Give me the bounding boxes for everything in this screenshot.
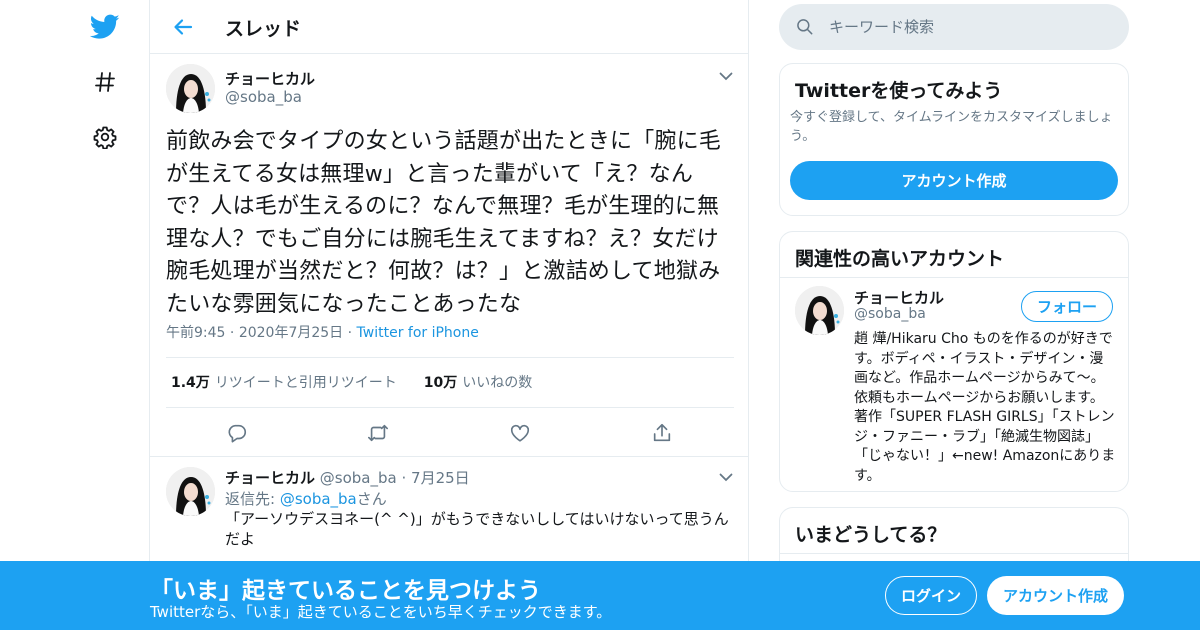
reply-date[interactable]: 7月25日 (411, 469, 470, 487)
bottom-bar-title: 「いま」起きていることを見つけよう (150, 578, 541, 604)
reply-prefix: 返信先: (225, 490, 280, 508)
related-card-title: 関連性の高いアカウント (795, 248, 1005, 270)
divider (780, 553, 1128, 554)
meta-separator: · (229, 325, 239, 341)
follow-button[interactable]: フォロー (1021, 291, 1113, 322)
header: スレッド (150, 0, 748, 54)
page: スレッド チョーヒカル @soba_ba 前飲み会でタイプの女という話題が出たと… (0, 0, 1200, 630)
reply-icon (228, 424, 247, 443)
hashtag-icon[interactable] (90, 67, 120, 97)
tweet-author-handle[interactable]: @soba_ba (225, 88, 302, 106)
tweet-date[interactable]: 2020年7月25日 (239, 325, 343, 341)
main-column: スレッド チョーヒカル @soba_ba 前飲み会でタイプの女という話題が出たと… (149, 0, 749, 630)
retweet-stat[interactable]: 1.4万 リツイートと引用リツイート (171, 375, 397, 391)
reply-author-name[interactable]: チョーヒカル (225, 469, 315, 487)
reply-author-handle[interactable]: @soba_ba (320, 469, 397, 487)
like-count: 10万 (423, 375, 458, 391)
meta-separator: · (347, 325, 357, 341)
chevron-down-icon[interactable] (717, 67, 735, 85)
share-icon (653, 423, 671, 442)
tweet-time[interactable]: 午前9:45 (166, 325, 225, 341)
arrow-left-icon (174, 19, 193, 35)
signup-card-title: Twitterを使ってみよう (795, 80, 1003, 102)
tweet-meta: 午前9:45 · 2020年7月25日 · Twitter for iPhone (166, 322, 479, 342)
reply-header: チョーヒカル @soba_ba · 7月25日 (225, 467, 470, 488)
login-button[interactable]: ログイン (885, 576, 977, 615)
search-icon (797, 19, 813, 35)
retweet-count: 1.4万 (171, 375, 210, 391)
like-label: いいねの数 (462, 375, 533, 391)
trends-card-title: いまどうしてる？ (795, 524, 947, 546)
reply-button[interactable] (224, 420, 250, 446)
related-account-name[interactable]: チョーヒカル (854, 287, 944, 308)
like-button[interactable] (507, 420, 533, 446)
heart-icon (510, 424, 530, 442)
back-button[interactable] (168, 12, 198, 42)
retweet-label: リツイートと引用リツイート (214, 375, 397, 391)
divider (166, 407, 734, 408)
related-accounts-card: 関連性の高いアカウント チョーヒカル @soba_ba フォロー 趙 燁/Hik… (779, 231, 1129, 492)
gear-icon[interactable] (90, 122, 120, 152)
chevron-down-icon[interactable] (717, 468, 735, 486)
page-title: スレッド (225, 18, 302, 40)
meta-separator: · (401, 469, 412, 487)
tweet-author-name[interactable]: チョーヒカル (225, 68, 315, 89)
retweet-button[interactable] (365, 420, 391, 446)
create-account-button[interactable]: アカウント作成 (790, 161, 1118, 200)
avatar[interactable] (166, 64, 215, 113)
divider (780, 277, 1128, 278)
share-button[interactable] (649, 420, 675, 446)
signup-button[interactable]: アカウント作成 (987, 576, 1124, 615)
tweet-stats: 1.4万 リツイートと引用リツイート 10万 いいねの数 (171, 372, 532, 392)
tweet-source[interactable]: Twitter for iPhone (357, 325, 479, 341)
retweet-icon (368, 424, 388, 442)
reply-to: 返信先: @soba_baさん (225, 488, 387, 509)
search-box[interactable] (779, 4, 1129, 50)
tweet-text: 前飲み会でタイプの女という話題が出たときに「腕に毛が生えてる女は無理w」と言った… (166, 129, 722, 317)
related-account-handle[interactable]: @soba_ba (854, 306, 926, 322)
reply-suffix: さん (356, 490, 387, 508)
avatar[interactable] (795, 286, 844, 335)
twitter-logo-icon[interactable] (90, 12, 120, 42)
reply-text: 「アーソウデスヨネー(^ ^)」がもうできないししてはいけないって思うんだよ (225, 510, 729, 548)
bottom-bar-subtitle: Twitterなら、「いま」起きていることをいち早くチェックできます。 (150, 603, 612, 621)
divider (150, 456, 748, 457)
like-stat[interactable]: 10万 いいねの数 (424, 375, 532, 391)
tweet-actions (150, 418, 748, 448)
avatar[interactable] (166, 467, 215, 516)
related-account-bio: 趙 燁/Hikaru Cho ものを作るのが好きです。ボディペ・イラスト・デザイ… (854, 331, 1116, 484)
bottom-signup-bar: 「いま」起きていることを見つけよう Twitterなら、「いま」起きていることを… (0, 561, 1200, 630)
signup-card: Twitterを使ってみよう 今すぐ登録して、タイムラインをカスタマイズしましょ… (779, 63, 1129, 216)
search-input[interactable] (829, 14, 1109, 40)
divider (166, 357, 734, 358)
signup-card-description: 今すぐ登録して、タイムラインをカスタマイズしましょう。 (790, 110, 1113, 144)
reply-to-handle[interactable]: @soba_ba (280, 490, 357, 508)
